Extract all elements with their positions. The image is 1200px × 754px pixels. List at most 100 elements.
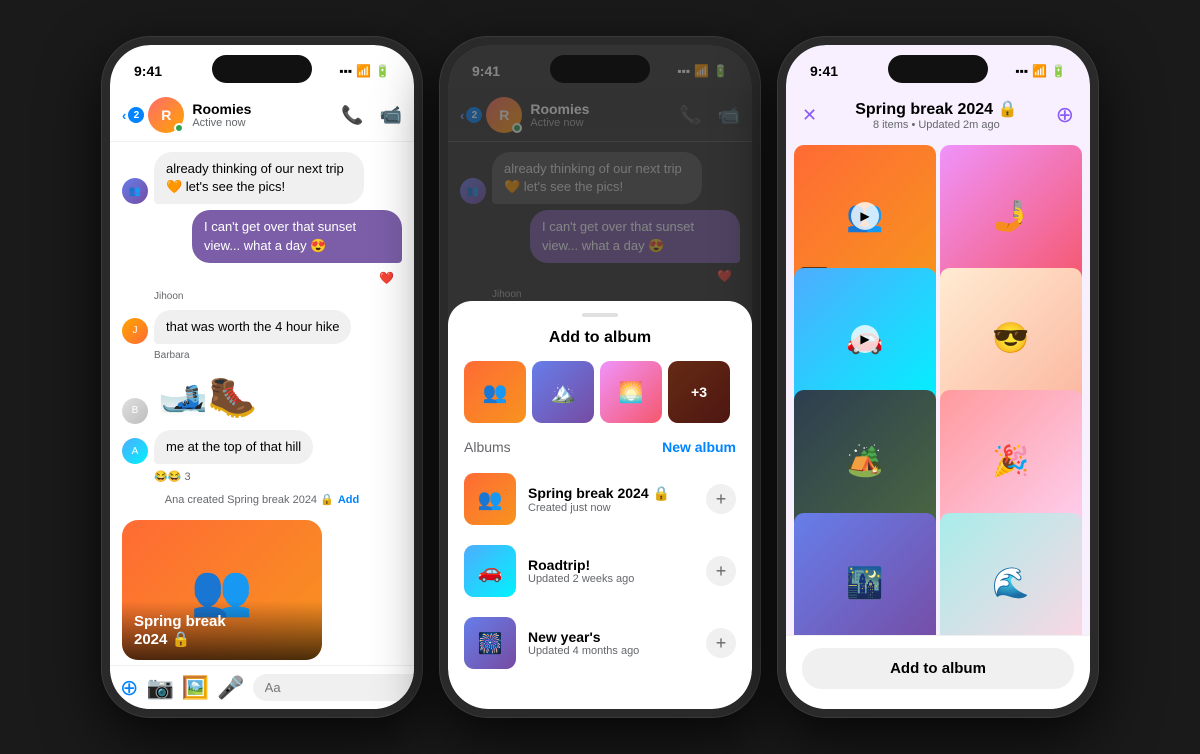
add-icon[interactable]: ⊕ [120,675,138,701]
album-info-1: Spring break 2024 🔒 Created just now [528,485,694,514]
photo-strip: 👥 🏔️ 🌅 +3 [448,361,752,423]
system-text: Ana created Spring break 2024 🔒 [165,493,334,506]
battery-icon-2: 🔋 [713,64,728,78]
group-avatar-1: R [148,97,184,133]
call-icon[interactable]: 📞 [341,105,363,126]
more-photos-badge: +3 [668,361,730,423]
grid-item-8[interactable]: 🌊 [940,513,1082,636]
photo-preview-3: 🌅 [600,361,662,423]
albums-header: Albums New album [448,439,752,455]
back-button-2[interactable]: ‹ 2 [460,107,482,123]
back-count-badge: 2 [128,107,144,123]
grid-image-8: 🌊 [940,513,1082,636]
signal-icon-3: ▪▪▪ [1015,64,1028,78]
album-card[interactable]: 👥 Spring break2024 🔒 [122,520,322,660]
wifi-icon: 📶 [356,64,371,78]
play-button-3[interactable]: ▶ [851,325,879,353]
back-button-1[interactable]: ‹ 2 [122,107,144,123]
grid-item-5[interactable]: 🏕️ [794,390,936,532]
header-actions-1: 📞 📹 [341,105,402,126]
message-row: 👥 already thinking of our next trip 🧡 le… [122,152,402,204]
avatar: B [122,398,148,424]
sender-label: Jihoon [154,291,402,302]
new-album-button[interactable]: New album [662,439,736,455]
grid-image-5: 🏕️ [794,390,936,532]
album-name-2: Roadtrip! [528,557,694,573]
play-button-1[interactable]: ▶ [851,202,879,230]
album-view-name: Spring break 2024 🔒 [817,99,1055,119]
add-to-album-link[interactable]: Add [338,494,359,506]
album-title-overlay: Spring break2024 🔒 [122,601,322,660]
status-icons-1: ▪▪▪ 📶 🔋 [339,64,390,78]
dynamic-island-1 [212,55,312,83]
camera-icon[interactable]: 📷 [146,675,173,701]
grid-image-4: 😎 [940,268,1082,410]
message-bubble: already thinking of our next trip 🧡 let'… [154,152,364,204]
sheet-photo-1[interactable]: 👥 [464,361,526,423]
message-row: J that was worth the 4 hour hike [122,310,402,344]
album-list-item-1[interactable]: 👥 Spring break 2024 🔒 Created just now + [448,463,752,535]
album-add-button-2[interactable]: + [706,556,736,586]
chat-messages-1: 👥 already thinking of our next trip 🧡 le… [110,142,414,665]
chat-input-bar-1: ⊕ 📷 🖼️ 🎤 😊 👍 [110,665,414,709]
album-thumbnail-3: 🎆 [464,617,516,669]
message-bubble: that was worth the 4 hour hike [154,310,351,344]
phone-3: 9:41 ▪▪▪ 📶 🔋 ✕ Spring break 2024 🔒 8 ite… [778,37,1098,717]
signal-icon-2: ▪▪▪ [677,64,690,78]
album-thumbnail-2: 🚗 [464,545,516,597]
online-indicator-2 [512,123,522,133]
grid-item-3[interactable]: 🚗 ▶ 0:05 [794,268,936,410]
grid-item-1[interactable]: 👥 ▶ 0:08 [794,145,936,287]
album-thumb-emoji-3: 🎆 [464,617,516,669]
album-list-item-3[interactable]: 🎆 New year's Updated 4 months ago + [448,607,752,679]
video-icon-2[interactable]: 📹 [718,105,740,126]
album-thumb-emoji-1: 👥 [464,473,516,525]
grid-item-4[interactable]: 😎 [940,268,1082,410]
group-name-2: Roomies [530,101,679,117]
emoji-reaction: 😂😂 3 [154,470,402,483]
sheet-photo-more[interactable]: +3 [668,361,730,423]
album-info-3: New year's Updated 4 months ago [528,629,694,657]
message-input[interactable] [253,674,414,701]
album-add-button-1[interactable]: + [706,484,736,514]
avatar: J [122,318,148,344]
dynamic-island-3 [888,55,988,83]
group-name-1: Roomies [192,101,341,117]
album-add-button-3[interactable]: + [706,628,736,658]
video-icon[interactable]: 📹 [380,105,402,126]
mic-icon[interactable]: 🎤 [217,675,244,701]
phone-2: 9:41 ▪▪▪ 📶 🔋 ‹ 2 R Roomies [440,37,760,717]
photo-preview-2: 🏔️ [532,361,594,423]
grid-item-7[interactable]: 🌃 [794,513,936,636]
call-icon-2[interactable]: 📞 [679,105,701,126]
grid-image-6: 🎉 [940,390,1082,532]
album-close-button[interactable]: ✕ [802,105,817,126]
album-info-2: Roadtrip! Updated 2 weeks ago [528,557,694,585]
message-reaction: ❤️ [122,271,402,285]
album-footer: Add to album [786,635,1090,709]
group-avatar-2: R [486,97,522,133]
album-thumbnail-1: 👥 [464,473,516,525]
battery-icon-3: 🔋 [1051,64,1066,78]
album-view-header: ✕ Spring break 2024 🔒 8 items • Updated … [786,89,1090,141]
album-sub-1: Created just now [528,502,694,514]
avatar: 👥 [460,178,486,204]
add-to-album-button[interactable]: Add to album [802,648,1074,689]
sheet-handle [582,313,618,317]
grid-image-7: 🌃 [794,513,936,636]
album-more-button[interactable]: ⊕ [1056,102,1074,128]
dynamic-island-2 [550,55,650,83]
sheet-photo-2[interactable]: 🏔️ [532,361,594,423]
header-info-2[interactable]: Roomies Active now [530,101,679,129]
album-list-item-2[interactable]: 🚗 Roadtrip! Updated 2 weeks ago + [448,535,752,607]
sheet-photo-3[interactable]: 🌅 [600,361,662,423]
grid-item-6[interactable]: 🎉 [940,390,1082,532]
album-thumb-emoji-2: 🚗 [464,545,516,597]
grid-item-2[interactable]: 🤳 [940,145,1082,287]
photos-icon[interactable]: 🖼️ [182,675,209,701]
grid-image-2: 🤳 [940,145,1082,287]
status-time-1: 9:41 [134,63,162,79]
wifi-icon-2: 📶 [694,64,709,78]
sticker-message: 🎿🥾 [154,369,262,424]
header-info-1[interactable]: Roomies Active now [192,101,341,129]
